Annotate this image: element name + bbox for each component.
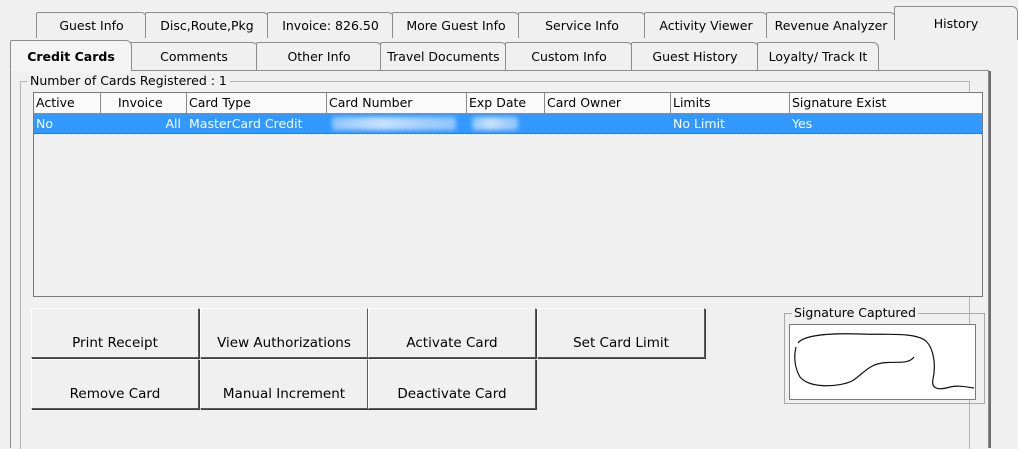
cell-active: No — [36, 116, 53, 131]
tab-history[interactable]: History — [894, 6, 1018, 40]
view-authorizations-button[interactable]: View Authorizations — [200, 308, 368, 358]
cell-card-owner — [545, 114, 671, 133]
manual-increment-button[interactable]: Manual Increment — [200, 359, 368, 409]
tab-custom-info[interactable]: Custom Info — [505, 42, 633, 70]
tab-guest-history[interactable]: Guest History — [631, 42, 759, 70]
tab-disc-route-pkg[interactable]: Disc,Route,Pkg — [145, 12, 269, 38]
exp-date-redaction — [472, 117, 518, 130]
cell-card-type: MasterCard Credit — [189, 116, 303, 131]
tab-guest-info[interactable]: Guest Info — [36, 12, 147, 38]
tab-loyalty-track-it[interactable]: Loyalty/ Track It — [757, 42, 879, 70]
panel-edge — [989, 71, 991, 448]
tab-other-info[interactable]: Other Info — [256, 42, 382, 70]
remove-card-button[interactable]: Remove Card — [31, 359, 199, 409]
cards-count-label: Number of Cards Registered : 1 — [27, 73, 230, 89]
signature-stroke — [794, 333, 975, 390]
column-header-exp-date[interactable]: Exp Date — [467, 93, 545, 113]
print-receipt-button[interactable]: Print Receipt — [31, 308, 199, 358]
column-header-invoice[interactable]: Invoice — [101, 93, 187, 113]
signature-image — [789, 324, 976, 400]
tab-travel-documents[interactable]: Travel Documents — [380, 42, 507, 70]
column-header-signature-exist[interactable]: Signature Exist — [790, 93, 972, 113]
column-header-card-number[interactable]: Card Number — [327, 93, 467, 113]
cell-signature-exist: Yes — [792, 116, 813, 131]
signature-captured-label: Signature Captured — [792, 305, 918, 321]
tab-more-guest-info[interactable]: More Guest Info — [392, 12, 520, 38]
cell-limits: No Limit — [673, 116, 725, 131]
activate-card-button[interactable]: Activate Card — [368, 308, 536, 358]
tab-service-info[interactable]: Service Info — [518, 12, 646, 38]
set-card-limit-button[interactable]: Set Card Limit — [537, 308, 705, 358]
card-number-redaction — [332, 117, 456, 130]
tab-comments[interactable]: Comments — [130, 42, 258, 70]
signature-groupbox: Signature Captured — [784, 305, 985, 404]
column-header-active[interactable]: Active — [34, 93, 101, 113]
tab-invoice[interactable]: Invoice: 826.50 — [267, 12, 394, 38]
tab-credit-cards[interactable]: Credit Cards — [10, 40, 132, 71]
grid-header: Active Invoice Card Type Card Number Exp… — [34, 93, 982, 114]
table-row[interactable]: No All MasterCard Credit No Limit Yes — [34, 114, 982, 134]
cell-invoice: All — [165, 116, 182, 131]
deactivate-card-button[interactable]: Deactivate Card — [368, 359, 536, 409]
tab-revenue-analyzer[interactable]: Revenue Analyzer — [766, 12, 896, 38]
column-header-card-type[interactable]: Card Type — [187, 93, 327, 113]
column-header-card-owner[interactable]: Card Owner — [545, 93, 671, 113]
credit-card-grid[interactable]: Active Invoice Card Type Card Number Exp… — [33, 92, 983, 297]
column-header-limits[interactable]: Limits — [671, 93, 790, 113]
tab-activity-viewer[interactable]: Activity Viewer — [644, 12, 768, 38]
